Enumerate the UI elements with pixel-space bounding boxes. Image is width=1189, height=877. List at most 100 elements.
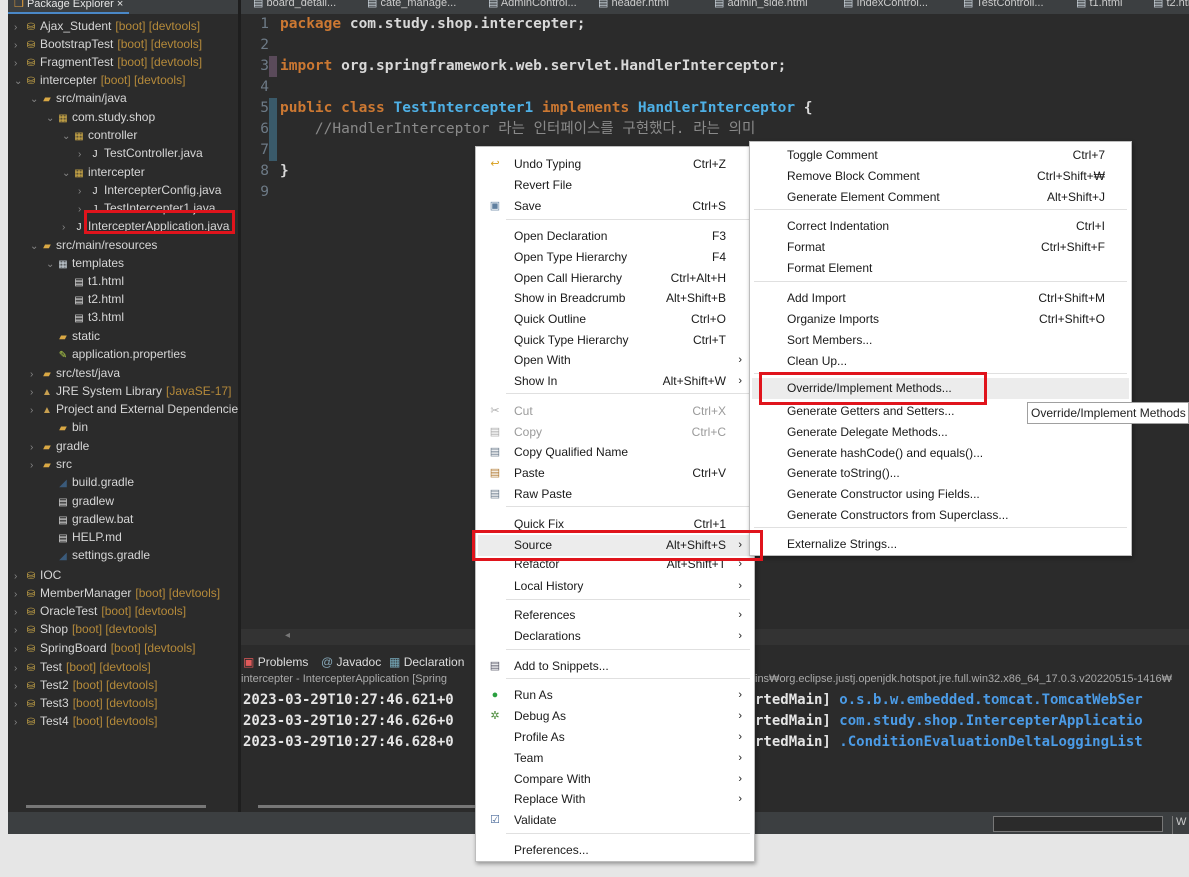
menu-item-run-as[interactable]: ● Run As › — [478, 685, 752, 706]
menu-item-copy[interactable]: ▤ Copy Ctrl+C — [478, 422, 752, 443]
tree-item-build-gradle[interactable]: ◢ build.gradle — [8, 473, 138, 491]
tree-item-bin[interactable]: ▰ bin — [8, 418, 92, 436]
tree-item-gradlew[interactable]: ▤ gradlew — [8, 492, 118, 510]
menu-item-open-call-hierarchy[interactable]: Open Call Hierarchy Ctrl+Alt+H — [478, 268, 752, 289]
submenu-item-organize-imports[interactable]: Organize Imports Ctrl+Shift+O — [752, 309, 1129, 330]
tree-item-intercepterconfig-java[interactable]: › J IntercepterConfig.java — [8, 181, 225, 199]
tree-item-src[interactable]: › ▰ src — [8, 455, 76, 473]
tree-item-src-main-java[interactable]: ⌄ ▰ src/main/java — [8, 89, 131, 107]
menu-item-refactor[interactable]: Refactor Alt+Shift+T › — [478, 554, 752, 575]
tab-javadoc[interactable]: @ Javadoc — [321, 655, 381, 669]
tree-item-test2[interactable]: › ⛁ Test2 [boot] [devtools] — [8, 676, 157, 694]
tree-item-application-properties[interactable]: ✎ application.properties — [8, 345, 190, 363]
submenu-item-generate-constructor-using-fields[interactable]: Generate Constructor using Fields... — [752, 484, 1129, 505]
menu-item-add-to-snippets[interactable]: ▤ Add to Snippets... — [478, 656, 752, 677]
menu-item-raw-paste[interactable]: ▤ Raw Paste — [478, 484, 752, 505]
submenu-item-generate-hashcode-and-equals[interactable]: Generate hashCode() and equals()... — [752, 443, 1129, 464]
editor-tab[interactable]: ▤ cate_manage... — [367, 0, 456, 14]
tree-item-bootstraptest[interactable]: › ⛁ BootstrapTest [boot] [devtools] — [8, 35, 202, 53]
collapsed-chevron-icon[interactable]: › — [14, 622, 24, 640]
tree-item-ajax-student[interactable]: › ⛁ Ajax_Student [boot] [devtools] — [8, 17, 200, 35]
tree-item-oracletest[interactable]: › ⛁ OracleTest [boot] [devtools] — [8, 602, 186, 620]
tab-declaration[interactable]: ▦ Declaration — [389, 655, 464, 669]
menu-item-cut[interactable]: ✂ Cut Ctrl+X — [478, 401, 752, 422]
tree-item-t3-html[interactable]: ▤ t3.html — [8, 308, 128, 326]
submenu-item-generate-delegate-methods[interactable]: Generate Delegate Methods... — [752, 422, 1129, 443]
tree-item-project-and-external-dependencies[interactable]: › ▲ Project and External Dependencies — [8, 400, 238, 418]
menu-item-undo-typing[interactable]: ↩ Undo Typing Ctrl+Z — [478, 154, 752, 175]
menu-item-replace-with[interactable]: Replace With › — [478, 789, 752, 810]
submenu-item-format-element[interactable]: Format Element — [752, 258, 1129, 279]
menu-item-show-in-breadcrumb[interactable]: Show in Breadcrumb Alt+Shift+B — [478, 288, 752, 309]
menu-item-revert-file[interactable]: Revert File — [478, 175, 752, 196]
menu-item-open-declaration[interactable]: Open Declaration F3 — [478, 226, 752, 247]
menu-item-show-in[interactable]: Show In Alt+Shift+W › — [478, 371, 752, 392]
menu-item-validate[interactable]: ☑ Validate — [478, 810, 752, 831]
menu-item-references[interactable]: References › — [478, 605, 752, 626]
collapsed-chevron-icon[interactable]: › — [14, 641, 24, 659]
tree-item-test3[interactable]: › ⛁ Test3 [boot] [devtools] — [8, 694, 157, 712]
expanded-chevron-icon[interactable]: ⌄ — [30, 91, 40, 109]
menu-item-debug-as[interactable]: ✲ Debug As › — [478, 706, 752, 727]
menu-item-quick-type-hierarchy[interactable]: Quick Type Hierarchy Ctrl+T — [478, 330, 752, 351]
tree-item-shop[interactable]: › ⛁ Shop [boot] [devtools] — [8, 620, 157, 638]
tab-problems[interactable]: ▣ Problems — [243, 655, 308, 669]
menu-item-source[interactable]: Source Alt+Shift+S › — [478, 535, 752, 556]
tab-package-explorer[interactable]: ❐ Package Explorer × — [8, 0, 130, 14]
submenu-item-override-implement-methods[interactable]: Override/Implement Methods... — [752, 378, 1129, 399]
submenu-item-add-import[interactable]: Add Import Ctrl+Shift+M — [752, 288, 1129, 309]
menu-item-compare-with[interactable]: Compare With › — [478, 769, 752, 790]
submenu-item-toggle-comment[interactable]: Toggle Comment Ctrl+7 — [752, 145, 1129, 166]
menu-item-declarations[interactable]: Declarations › — [478, 626, 752, 647]
menu-item-quick-outline[interactable]: Quick Outline Ctrl+O — [478, 309, 752, 330]
submenu-item-generate-tostring[interactable]: Generate toString()... — [752, 463, 1129, 484]
menu-item-team[interactable]: Team › — [478, 748, 752, 769]
tree-item-intercepter[interactable]: ⌄ ▦ intercepter — [8, 163, 149, 181]
tree-item-settings-gradle[interactable]: ◢ settings.gradle — [8, 546, 154, 564]
tree-item-intercepterapplication-java[interactable]: › J IntercepterApplication.java — [8, 217, 233, 235]
tree-item-src-main-resources[interactable]: ⌄ ▰ src/main/resources — [8, 236, 161, 254]
menu-item-paste[interactable]: ▤ Paste Ctrl+V — [478, 463, 752, 484]
tree-item-test4[interactable]: › ⛁ Test4 [boot] [devtools] — [8, 712, 157, 730]
menu-item-preferences[interactable]: Preferences... — [478, 840, 752, 861]
submenu-item-externalize-strings[interactable]: Externalize Strings... — [752, 534, 1129, 555]
tree-item-intercepter[interactable]: ⌄ ⛁ intercepter [boot] [devtools] — [8, 71, 185, 89]
tree-item-membermanager[interactable]: › ⛁ MemberManager [boot] [devtools] — [8, 584, 220, 602]
tree-item-springboard[interactable]: › ⛁ SpringBoard [boot] [devtools] — [8, 639, 195, 657]
collapsed-chevron-icon[interactable]: › — [62, 219, 72, 237]
submenu-item-generate-constructors-from-superclass[interactable]: Generate Constructors from Superclass... — [752, 505, 1129, 526]
scroll-left-icon[interactable]: ◂ — [285, 630, 290, 641]
tree-item-gradlew-bat[interactable]: ▤ gradlew.bat — [8, 510, 137, 528]
editor-tab[interactable]: ▤ AdminControl... — [488, 0, 577, 14]
menu-item-local-history[interactable]: Local History › — [478, 576, 752, 597]
pe-horizontal-scrollbar[interactable] — [26, 805, 206, 808]
menu-item-copy-qualified-name[interactable]: ▤ Copy Qualified Name — [478, 442, 752, 463]
editor-tab[interactable]: ▤ board_detail... — [253, 0, 336, 14]
tree-item-t1-html[interactable]: ▤ t1.html — [8, 272, 128, 290]
editor-tab[interactable]: ▤ t2.htm — [1153, 0, 1189, 14]
tree-item-help-md[interactable]: ▤ HELP.md — [8, 528, 126, 546]
editor-tab[interactable]: ▤ IndexControl... — [843, 0, 928, 14]
tree-item-testcontroller-java[interactable]: › J TestController.java — [8, 144, 207, 162]
tree-item-fragmenttest[interactable]: › ⛁ FragmentTest [boot] [devtools] — [8, 53, 202, 71]
editor-tab[interactable]: ▤ admin_side.html — [714, 0, 808, 14]
tree-item-static[interactable]: ▰ static — [8, 327, 104, 345]
submenu-item-sort-members[interactable]: Sort Members... — [752, 330, 1129, 351]
editor-tab[interactable]: ▤ header.html — [598, 0, 669, 14]
menu-item-save[interactable]: ▣ Save Ctrl+S — [478, 196, 752, 217]
menu-item-open-type-hierarchy[interactable]: Open Type Hierarchy F4 — [478, 247, 752, 268]
tree-item-jre-system-library[interactable]: › ▲ JRE System Library [JavaSE-17] — [8, 382, 231, 400]
submenu-item-format[interactable]: Format Ctrl+Shift+F — [752, 237, 1129, 258]
tree-item-templates[interactable]: ⌄ ▦ templates — [8, 254, 128, 272]
close-icon[interactable]: × — [117, 0, 123, 10]
submenu-item-generate-element-comment[interactable]: Generate Element Comment Alt+Shift+J — [752, 187, 1129, 208]
menu-item-open-with[interactable]: Open With › — [478, 350, 752, 371]
collapsed-chevron-icon[interactable]: › — [78, 146, 88, 164]
editor-tab[interactable]: ▤ t1.html — [1076, 0, 1122, 14]
tree-item-com-study-shop[interactable]: ⌄ ▦ com.study.shop — [8, 108, 159, 126]
tree-item-test[interactable]: › ⛁ Test [boot] [devtools] — [8, 658, 151, 676]
tree-item-controller[interactable]: ⌄ ▦ controller — [8, 126, 141, 144]
tree-item-ioc[interactable]: › ⛁ IOC — [8, 566, 65, 584]
menu-item-quick-fix[interactable]: Quick Fix Ctrl+1 — [478, 514, 752, 535]
submenu-item-clean-up[interactable]: Clean Up... — [752, 351, 1129, 372]
